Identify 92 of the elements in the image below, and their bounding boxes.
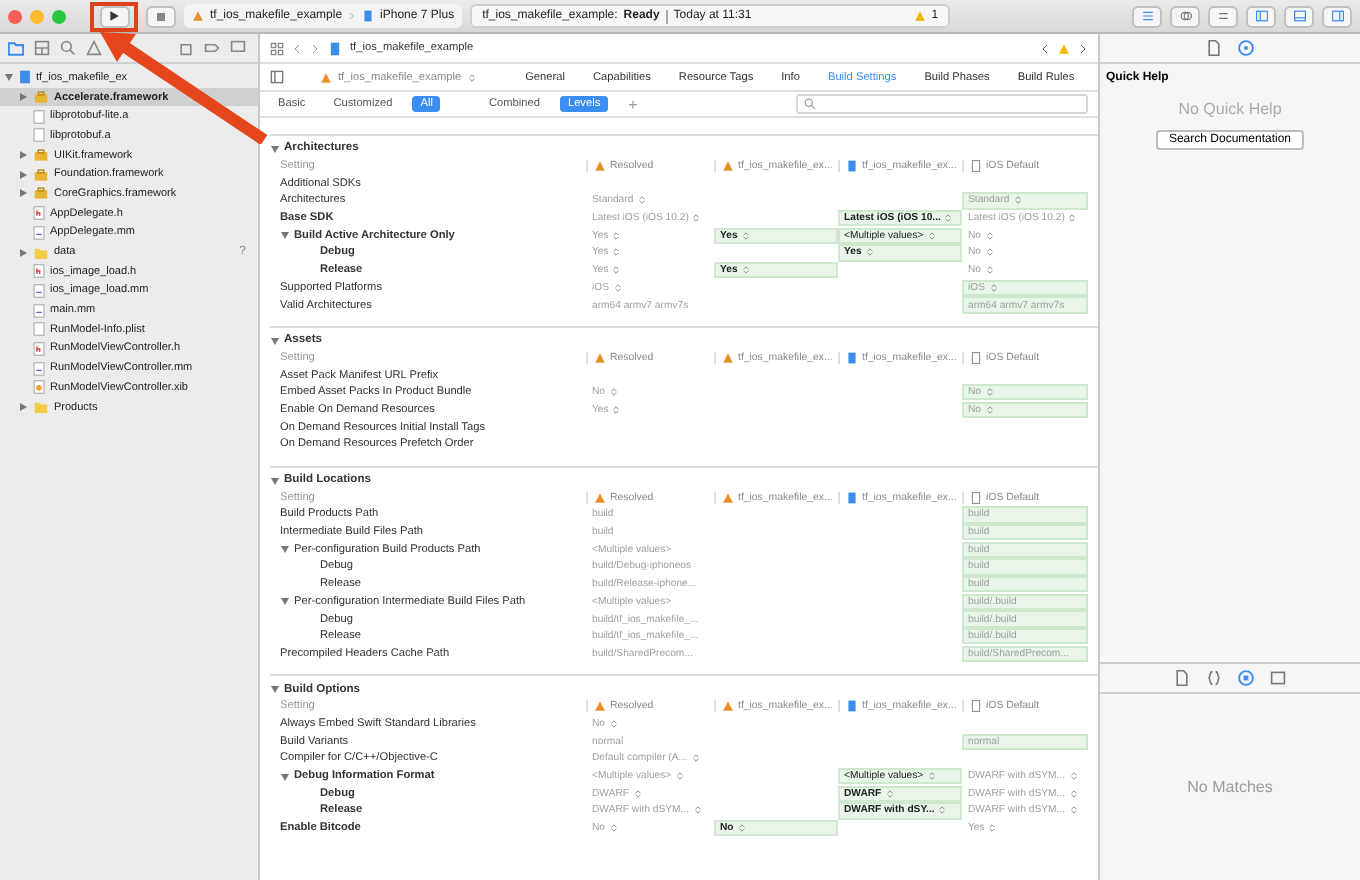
project-document-icon — [328, 41, 342, 55]
disclosure-triangle-icon[interactable] — [18, 150, 28, 161]
empty-message: No Quick Help — [1178, 100, 1282, 118]
lines-icon — [1141, 10, 1153, 22]
panel-bottom-icon — [1293, 10, 1305, 22]
disclosure-triangle-icon[interactable] — [280, 230, 290, 241]
app-target-icon — [192, 10, 204, 22]
header-file-icon — [32, 264, 46, 279]
inspector-toggle-button[interactable] — [1322, 5, 1352, 27]
folder-icon[interactable] — [8, 40, 24, 56]
settings-document-icon — [970, 351, 982, 364]
chevron-left-icon — [292, 41, 302, 55]
run-button[interactable] — [99, 5, 129, 27]
sidebar-left-icon — [1255, 10, 1267, 22]
app-target-icon — [594, 351, 606, 364]
app-target-icon — [722, 491, 734, 504]
grid-icon — [270, 41, 284, 55]
app-target-icon — [320, 71, 332, 83]
folder-icon — [32, 400, 50, 415]
empty-message: No Matches — [1187, 778, 1273, 796]
stop-icon — [156, 11, 166, 21]
disclosure-triangle-icon[interactable] — [18, 169, 28, 180]
disclosure-triangle-icon[interactable] — [280, 596, 290, 607]
document-icon[interactable] — [1206, 40, 1222, 56]
project-document-icon — [846, 700, 858, 713]
app-target-icon — [722, 160, 734, 173]
disclosure-triangle-icon[interactable] — [18, 247, 28, 258]
interface-file-icon — [32, 380, 46, 395]
source-file-icon — [32, 303, 46, 318]
help-icon[interactable] — [1238, 40, 1254, 56]
toolbox-icon — [32, 167, 50, 182]
chevron-right-icon — [310, 41, 320, 55]
app-target-icon — [594, 491, 606, 504]
disclosure-triangle-icon[interactable] — [4, 72, 14, 83]
warning-icon — [913, 10, 926, 22]
close-window-button[interactable] — [8, 9, 22, 23]
settings-document-icon — [970, 160, 982, 173]
stop-button[interactable] — [146, 5, 176, 27]
disclosure-triangle-icon[interactable] — [18, 92, 28, 103]
phone-icon — [362, 10, 375, 22]
source-file-icon — [32, 361, 46, 376]
disclosure-triangle-icon[interactable] — [270, 335, 280, 346]
app-target-icon — [594, 160, 606, 173]
sidebar-right-icon — [1331, 10, 1343, 22]
standard-editor-button[interactable] — [1132, 5, 1162, 27]
app-target-icon — [722, 700, 734, 713]
project-document-icon — [18, 70, 32, 85]
play-icon — [108, 10, 120, 22]
version-editor-button[interactable] — [1208, 5, 1238, 27]
project-document-icon — [846, 160, 858, 173]
popup-arrows-icon — [467, 71, 476, 83]
toolbox-icon — [32, 148, 50, 163]
app-target-icon — [594, 700, 606, 713]
settings-document-icon — [970, 491, 982, 504]
rings-icon — [1179, 10, 1191, 22]
hierarchy-icon[interactable] — [34, 40, 50, 56]
header-file-icon — [32, 206, 46, 221]
settings-document-icon — [970, 700, 982, 713]
header-file-icon — [32, 341, 46, 356]
warning-icon[interactable] — [86, 40, 102, 56]
chevron-right-icon — [348, 10, 357, 22]
disclosure-triangle-icon[interactable] — [18, 188, 28, 199]
toolbox-icon — [32, 186, 50, 201]
warning-icon — [1058, 41, 1070, 55]
app-target-icon — [722, 351, 734, 364]
disclosure-triangle-icon[interactable] — [270, 475, 280, 486]
sidebar-icon — [270, 70, 284, 84]
disclosure-triangle-icon[interactable] — [18, 402, 28, 413]
debug-area-toggle-button[interactable] — [1284, 5, 1314, 27]
project-document-icon — [846, 491, 858, 504]
file-icon — [32, 322, 46, 337]
navigator-toggle-button[interactable] — [1246, 5, 1276, 27]
tag-icon[interactable] — [204, 40, 220, 56]
disclosure-triangle-icon[interactable] — [280, 771, 290, 782]
toolbox-icon — [32, 90, 50, 105]
project-document-icon — [846, 351, 858, 364]
document-icon[interactable] — [1174, 670, 1190, 686]
braces-icon[interactable] — [1206, 670, 1222, 686]
assistant-editor-button[interactable] — [1170, 5, 1200, 27]
source-file-icon — [32, 283, 46, 298]
chevron-right-icon — [1078, 41, 1088, 55]
media-icon[interactable] — [1270, 670, 1286, 686]
search-field[interactable] — [796, 94, 1088, 114]
circle-icon[interactable] — [1238, 670, 1254, 686]
disclosure-triangle-icon[interactable] — [270, 143, 280, 154]
source-file-icon — [32, 225, 46, 240]
search-icon[interactable] — [60, 40, 76, 56]
search-icon — [804, 98, 816, 110]
folder-icon — [32, 245, 50, 260]
disclosure-triangle-icon[interactable] — [270, 684, 280, 695]
chevron-left-icon — [1040, 41, 1050, 55]
disclosure-triangle-icon[interactable] — [280, 544, 290, 555]
